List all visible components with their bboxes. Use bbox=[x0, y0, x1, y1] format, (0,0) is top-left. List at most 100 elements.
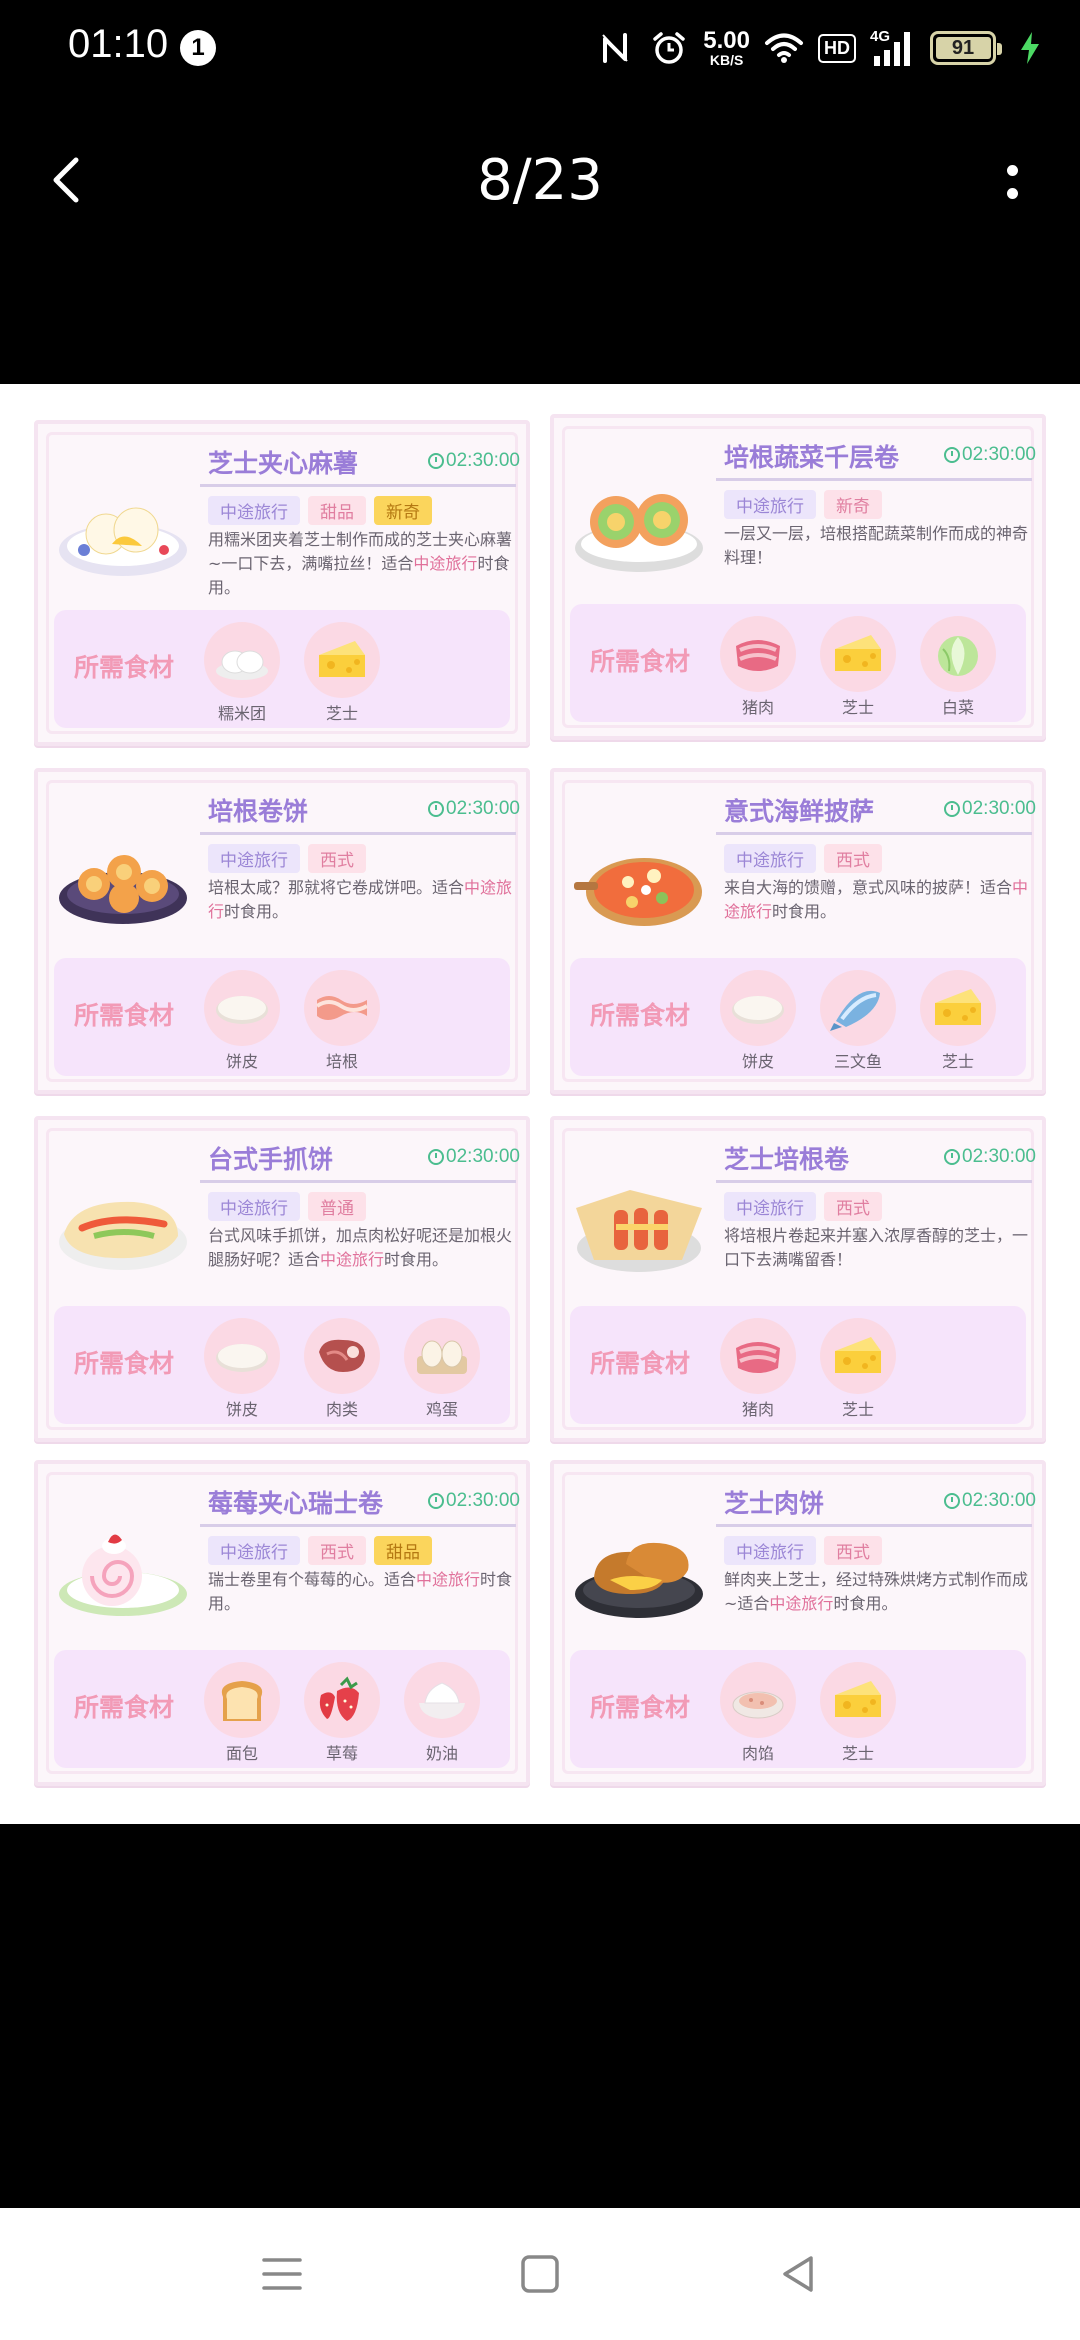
pork-icon bbox=[720, 616, 796, 692]
more-button[interactable] bbox=[980, 150, 1044, 214]
dish-illustration bbox=[570, 1180, 708, 1280]
nav-back-button[interactable] bbox=[768, 2244, 828, 2304]
ingredient: 培根 bbox=[304, 970, 380, 1072]
clock-icon bbox=[944, 1149, 961, 1165]
title-underline bbox=[716, 1180, 1032, 1183]
net-speed-unit: KB/S bbox=[709, 52, 744, 68]
ingredient: 肉类 bbox=[304, 1318, 380, 1420]
clock-icon bbox=[944, 801, 961, 817]
cream-icon bbox=[404, 1662, 480, 1738]
recipe-card: 台式手抓饼 02:30:00 中途旅行 普通 台式风味手抓饼，加点肉松好呢还是加根… bbox=[34, 1116, 530, 1442]
ingredients-label: 所需食材 bbox=[74, 1001, 175, 1030]
page-counter: 8/23 bbox=[477, 148, 603, 213]
image-viewer[interactable]: 芝士夹心麻薯 02:30:00 中途旅行 甜品 新奇 用糯米团夹着芝士制作而成的芝士… bbox=[0, 384, 1080, 1824]
desc-text: 瑞士卷里有个莓莓的心。适合 bbox=[208, 1570, 417, 1589]
ingredients-list: 猪肉 芝士 白菜 bbox=[720, 616, 996, 718]
recipe-description: 培根太咸？那就将它卷成饼吧。适合中途旅行时食用。 bbox=[208, 876, 514, 924]
fish-icon bbox=[820, 970, 896, 1046]
ingredient-name: 白菜 bbox=[941, 698, 974, 717]
ingredient: 芝士 bbox=[820, 616, 896, 718]
ingredient-name: 饼皮 bbox=[741, 1052, 774, 1071]
cook-time: 02:30:00 bbox=[446, 450, 520, 471]
recipe-title: 培根卷饼 bbox=[208, 797, 309, 826]
ingredient-name: 面包 bbox=[225, 1744, 258, 1763]
ingredient-name: 草莓 bbox=[325, 1744, 358, 1763]
ingredients-panel: 所需食材 饼皮 培根 bbox=[54, 958, 510, 1076]
hd-icon: HD bbox=[818, 33, 856, 63]
ingredient-name: 糯米团 bbox=[217, 704, 266, 723]
recipe-card: 培根卷饼 02:30:00 中途旅行 西式 培根太咸？那就将它卷成饼吧。适合中途旅… bbox=[34, 768, 530, 1094]
ingredient: 饼皮 bbox=[204, 1318, 280, 1420]
ingredient: 猪肉 bbox=[720, 616, 796, 718]
net-speed: 5.00 KB/S bbox=[703, 29, 750, 68]
desc-highlight: 中途旅行 bbox=[413, 554, 478, 573]
ingredient-name: 芝士 bbox=[841, 1744, 874, 1763]
cook-time: 02:30:00 bbox=[446, 798, 520, 819]
nfc-icon bbox=[595, 28, 635, 68]
ingredient: 草莓 bbox=[304, 1662, 380, 1764]
recipe-card: 意式海鲜披萨 02:30:00 中途旅行 西式 来自大海的馈赠，意式风味的披萨！适… bbox=[550, 768, 1046, 1094]
ingredient: 芝士 bbox=[820, 1318, 896, 1420]
recipe-title: 芝士培根卷 bbox=[724, 1145, 850, 1174]
title-underline bbox=[200, 484, 516, 487]
ingredient-name: 三文鱼 bbox=[833, 1052, 882, 1071]
recipe-title: 台式手抓饼 bbox=[208, 1145, 334, 1174]
recipe-description: 台式风味手抓饼，加点肉松好呢还是加根火腿肠好呢？适合中途旅行时食用。 bbox=[208, 1224, 514, 1272]
ingredients-label: 所需食材 bbox=[74, 1693, 175, 1722]
ingredient: 芝士 bbox=[304, 622, 380, 724]
ingredient: 三文鱼 bbox=[820, 970, 896, 1072]
recipe-tag: 中途旅行 bbox=[208, 844, 300, 873]
clock-icon bbox=[428, 801, 445, 817]
cook-timer: 02:30:00 bbox=[428, 1146, 520, 1168]
dish-illustration bbox=[570, 478, 708, 578]
app-bar: 8/23 bbox=[0, 120, 1080, 240]
ingredients-label: 所需食材 bbox=[590, 1693, 691, 1722]
ingredients-list: 猪肉 芝士 bbox=[720, 1318, 896, 1420]
ingredient: 糯米团 bbox=[204, 622, 280, 724]
ingredient-name: 培根 bbox=[325, 1052, 358, 1071]
bacon-icon bbox=[304, 970, 380, 1046]
cook-timer: 02:30:00 bbox=[944, 1146, 1036, 1168]
recipe-tag: 普通 bbox=[308, 1192, 366, 1221]
ingredients-label: 所需食材 bbox=[590, 1001, 691, 1030]
desc-text: 时食用。 bbox=[772, 902, 837, 921]
ingredient-name: 鸡蛋 bbox=[425, 1400, 458, 1419]
title-underline bbox=[200, 1524, 516, 1527]
battery-nub bbox=[997, 43, 1002, 55]
minced-meat-icon bbox=[720, 1662, 796, 1738]
recipe-tags: 中途旅行 西式 bbox=[208, 844, 366, 873]
recipe-tag: 新奇 bbox=[824, 490, 882, 519]
pork-icon bbox=[720, 1318, 796, 1394]
cheese-icon bbox=[304, 622, 380, 698]
ingredients-panel: 所需食材 猪肉 芝士 白菜 bbox=[570, 604, 1026, 722]
ingredient-name: 猪肉 bbox=[741, 1400, 774, 1419]
dough-icon bbox=[720, 970, 796, 1046]
cabbage-icon bbox=[920, 616, 996, 692]
dish-illustration bbox=[54, 484, 192, 584]
dish-illustration bbox=[570, 1524, 708, 1624]
ingredients-label: 所需食材 bbox=[74, 1349, 175, 1378]
more-vertical-icon-dot bbox=[1006, 165, 1018, 176]
cook-time: 02:30:00 bbox=[962, 444, 1036, 465]
ingredient: 白菜 bbox=[920, 616, 996, 718]
title-underline bbox=[200, 1180, 516, 1183]
recipe-tag: 中途旅行 bbox=[724, 1536, 816, 1565]
home-square-icon bbox=[521, 2255, 559, 2293]
cook-timer: 02:30:00 bbox=[428, 798, 520, 820]
desc-text: 时食用。 bbox=[224, 902, 289, 921]
notification-badge: 1 bbox=[180, 30, 216, 66]
cook-time: 02:30:00 bbox=[962, 1146, 1036, 1167]
clock-icon bbox=[428, 1149, 445, 1165]
ingredient: 芝士 bbox=[820, 1662, 896, 1764]
recipe-tags: 中途旅行 西式 bbox=[724, 1536, 882, 1565]
desc-text: 一层又一层，培根搭配蔬菜制作而成的神奇料理！ bbox=[724, 524, 1029, 567]
recent-apps-button[interactable] bbox=[252, 2244, 312, 2304]
desc-highlight: 中途旅行 bbox=[416, 1570, 481, 1589]
dish-illustration bbox=[570, 832, 708, 932]
clock-icon bbox=[944, 447, 961, 463]
ingredient-name: 芝士 bbox=[841, 1400, 874, 1419]
ingredients-panel: 所需食材 猪肉 芝士 bbox=[570, 1306, 1026, 1424]
recipe-tags: 中途旅行 新奇 bbox=[724, 490, 882, 519]
ingredients-label: 所需食材 bbox=[74, 653, 175, 682]
home-button[interactable] bbox=[510, 2244, 570, 2304]
